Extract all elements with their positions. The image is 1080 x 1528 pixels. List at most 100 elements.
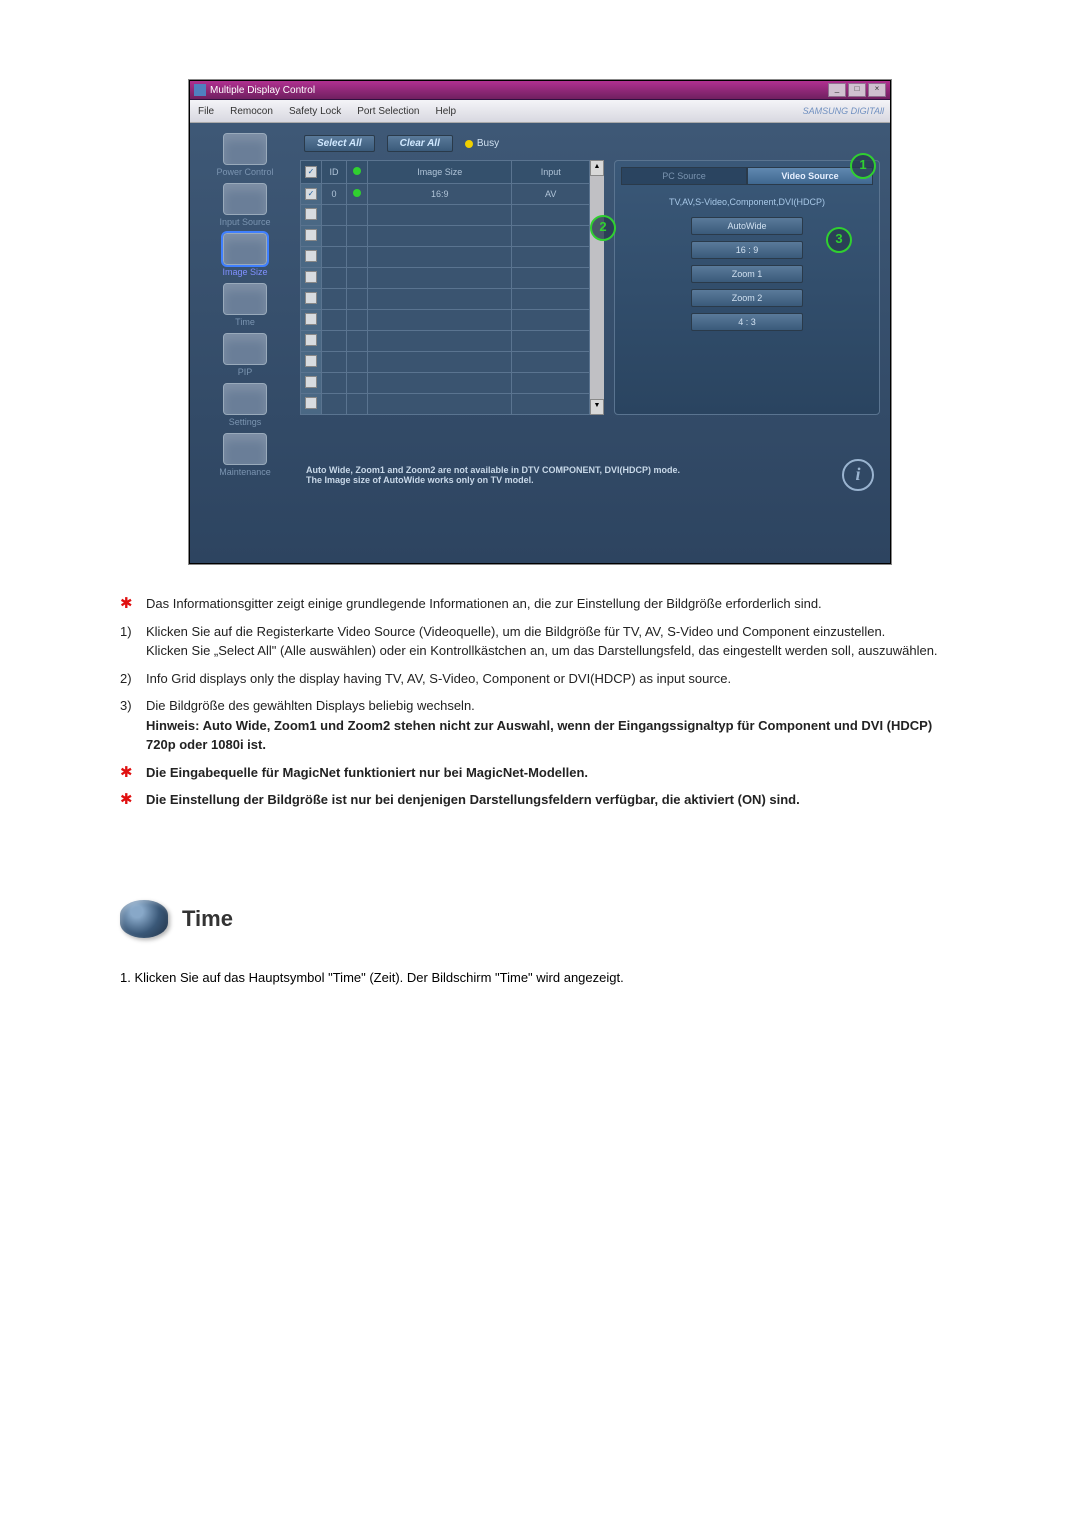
table-row[interactable] <box>301 247 590 268</box>
minimize-button[interactable]: _ <box>828 83 846 97</box>
explain-star1: Das Informationsgitter zeigt einige grun… <box>146 594 960 614</box>
row-checkbox[interactable] <box>305 271 317 283</box>
scroll-down-icon[interactable]: ▼ <box>590 399 604 415</box>
app-window: Multiple Display Control _ □ × File Remo… <box>189 80 891 564</box>
power-icon <box>223 133 267 165</box>
table-row[interactable] <box>301 331 590 352</box>
row-checkbox[interactable] <box>305 292 317 304</box>
sidebar-item-maintenance[interactable]: Maintenance <box>190 431 300 479</box>
footer-note: Auto Wide, Zoom1 and Zoom2 are not avail… <box>300 459 880 491</box>
explain-2: Info Grid displays only the display havi… <box>146 669 960 689</box>
sidebar-item-settings[interactable]: Settings <box>190 381 300 429</box>
sidebar-item-label: PIP <box>238 367 253 377</box>
row-checkbox[interactable] <box>305 376 317 388</box>
callout-3: 3 <box>826 227 852 253</box>
option-autowide[interactable]: AutoWide <box>691 217 803 235</box>
main-area: Select All Clear All Busy ID <box>300 123 890 563</box>
explain-3: Die Bildgröße des gewählten Displays bel… <box>146 698 475 713</box>
sidebar: Power Control Input Source Image Size Ti… <box>190 123 300 563</box>
sidebar-item-input-source[interactable]: Input Source <box>190 181 300 229</box>
app-screenshot: Multiple Display Control _ □ × File Remo… <box>60 80 1020 564</box>
scroll-up-icon[interactable]: ▲ <box>590 160 604 176</box>
table-row[interactable] <box>301 352 590 373</box>
menubar: File Remocon Safety Lock Port Selection … <box>190 100 890 123</box>
col-power <box>347 161 368 184</box>
col-id: ID <box>322 161 347 184</box>
sidebar-item-time[interactable]: Time <box>190 281 300 329</box>
table-row[interactable] <box>301 394 590 415</box>
sidebar-item-label: Settings <box>229 417 262 427</box>
table-row[interactable]: 0 16:9 AV <box>301 184 590 205</box>
maximize-button[interactable]: □ <box>848 83 866 97</box>
grid-scrollbar[interactable]: ▲ ▼ <box>590 160 604 415</box>
time-icon <box>223 283 267 315</box>
col-image-size: Image Size <box>368 161 512 184</box>
time-section-header: Time <box>120 900 960 938</box>
sidebar-item-image-size[interactable]: Image Size <box>190 231 300 279</box>
close-button[interactable]: × <box>868 83 886 97</box>
callout-1: 1 <box>850 153 876 179</box>
num-bullet: 3) <box>120 698 132 713</box>
explain-3b: Hinweis: Auto Wide, Zoom1 und Zoom2 steh… <box>146 718 932 753</box>
col-check[interactable] <box>301 161 322 184</box>
option-zoom2[interactable]: Zoom 2 <box>691 289 803 307</box>
window-title: Multiple Display Control <box>210 85 828 96</box>
table-row[interactable] <box>301 373 590 394</box>
clear-all-button[interactable]: Clear All <box>387 135 453 152</box>
busy-indicator: Busy <box>465 138 499 149</box>
select-all-button[interactable]: Select All <box>304 135 375 152</box>
footer-line1: Auto Wide, Zoom1 and Zoom2 are not avail… <box>306 465 840 475</box>
menu-file[interactable]: File <box>190 106 222 117</box>
cell-input: AV <box>512 184 590 205</box>
table-row[interactable] <box>301 205 590 226</box>
menu-port-selection[interactable]: Port Selection <box>349 106 427 117</box>
time-section-title: Time <box>182 906 233 932</box>
pip-icon <box>223 333 267 365</box>
callout-2: 2 <box>590 215 616 241</box>
table-row[interactable] <box>301 226 590 247</box>
sidebar-item-label: Input Source <box>219 217 270 227</box>
row-checkbox[interactable] <box>305 188 317 200</box>
toolbar: Select All Clear All Busy <box>300 131 880 160</box>
option-zoom1[interactable]: Zoom 1 <box>691 265 803 283</box>
num-bullet: 1) <box>120 624 132 639</box>
row-checkbox[interactable] <box>305 355 317 367</box>
explain-star2: Die Eingabequelle für MagicNet funktioni… <box>146 765 588 780</box>
sidebar-item-pip[interactable]: PIP <box>190 331 300 379</box>
sidebar-item-power-control[interactable]: Power Control <box>190 131 300 179</box>
row-checkbox[interactable] <box>305 313 317 325</box>
image-size-icon <box>223 233 267 265</box>
explanation-block: ✱ Das Informationsgitter zeigt einige gr… <box>120 594 960 810</box>
row-checkbox[interactable] <box>305 208 317 220</box>
footer-line2: The Image size of AutoWide works only on… <box>306 475 840 485</box>
star-bullet-icon: ✱ <box>120 791 133 808</box>
image-size-panel: PC Source Video Source TV,AV,S-Video,Com… <box>614 160 880 415</box>
star-bullet-icon: ✱ <box>120 595 133 612</box>
row-checkbox[interactable] <box>305 250 317 262</box>
option-4-3[interactable]: 4 : 3 <box>691 313 803 331</box>
sidebar-item-label: Power Control <box>216 167 273 177</box>
sidebar-item-label: Time <box>235 317 255 327</box>
row-checkbox[interactable] <box>305 334 317 346</box>
app-icon <box>194 84 206 96</box>
table-row[interactable] <box>301 289 590 310</box>
busy-label: Busy <box>477 138 499 149</box>
explain-1a: Klicken Sie auf die Registerkarte Video … <box>146 624 885 639</box>
row-checkbox[interactable] <box>305 397 317 409</box>
explain-star3: Die Einstellung der Bildgröße ist nur be… <box>146 792 800 807</box>
table-row[interactable] <box>301 268 590 289</box>
menu-safety-lock[interactable]: Safety Lock <box>281 106 349 117</box>
option-16-9[interactable]: 16 : 9 <box>691 241 803 259</box>
sidebar-item-label: Maintenance <box>219 467 271 477</box>
row-checkbox[interactable] <box>305 229 317 241</box>
star-bullet-icon: ✱ <box>120 764 133 781</box>
col-input: Input <box>512 161 590 184</box>
table-row[interactable] <box>301 310 590 331</box>
time-section-body: 1. Klicken Sie auf das Hauptsymbol "Time… <box>120 968 960 988</box>
power-on-icon <box>353 189 361 197</box>
panel-subtitle: TV,AV,S-Video,Component,DVI(HDCP) <box>621 197 873 207</box>
tab-pc-source[interactable]: PC Source <box>621 167 747 185</box>
menu-remocon[interactable]: Remocon <box>222 106 281 117</box>
menu-help[interactable]: Help <box>427 106 464 117</box>
busy-dot-icon <box>465 140 473 148</box>
